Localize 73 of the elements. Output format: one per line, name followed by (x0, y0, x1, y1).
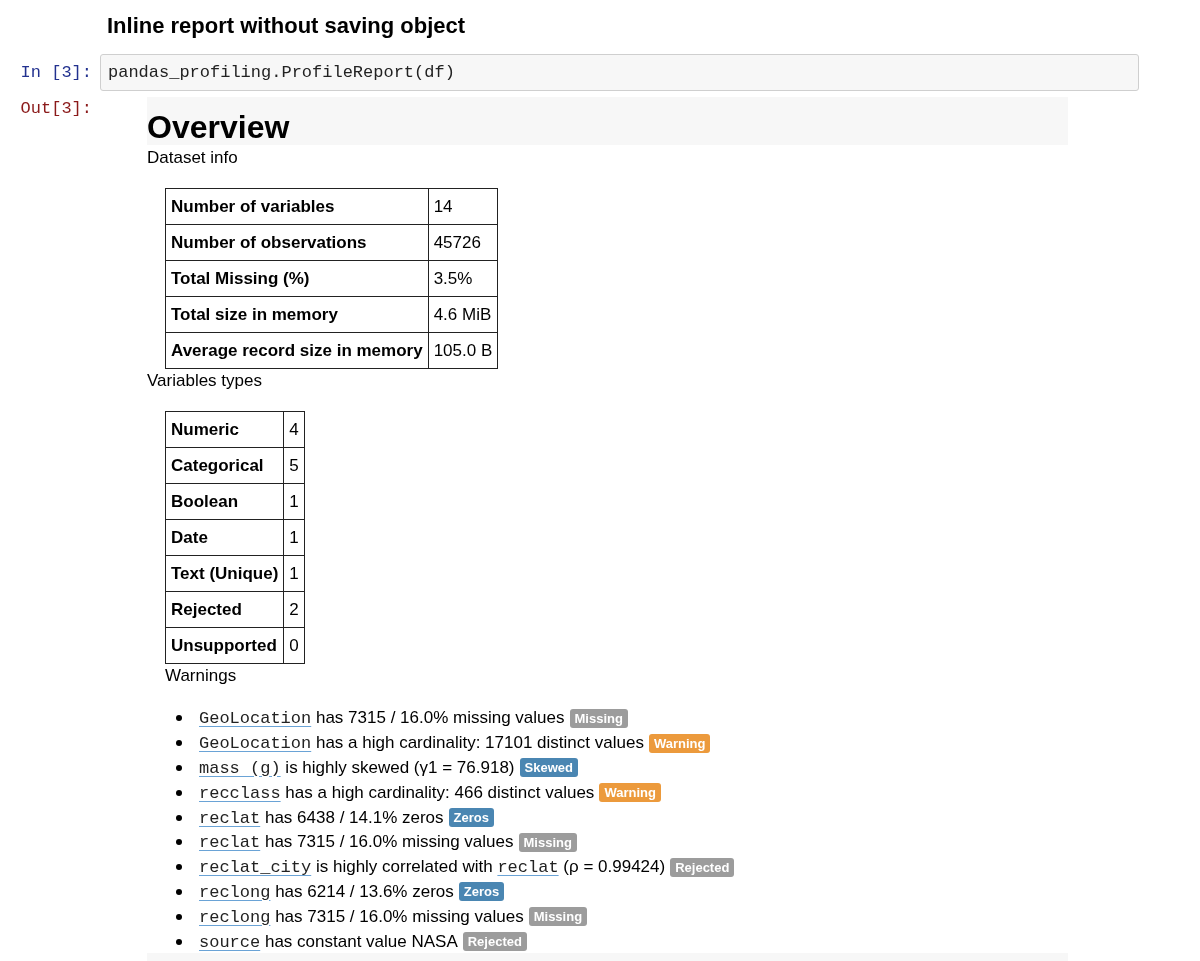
report-title: Overview (147, 109, 290, 145)
variable-type-label: Date (165, 519, 284, 556)
stat-value: 3.5% (428, 260, 498, 297)
warning-text: recclass has a high cardinality: 466 distinct values (199, 781, 595, 804)
variable-type-count: 4 (283, 411, 305, 448)
variable-link[interactable]: mass (g) (199, 759, 281, 778)
bullet-icon (176, 789, 182, 796)
section-subtitle: Dataset info (147, 148, 238, 168)
variable-link[interactable]: recclass (199, 783, 281, 803)
stat-label: Number of variables (165, 188, 429, 225)
variable-type-label: Numeric (165, 411, 284, 448)
variable-type-count: 2 (283, 591, 305, 628)
variable-link[interactable]: source (199, 932, 261, 952)
variable-type-label: Rejected (165, 591, 284, 628)
code-cell[interactable]: pandas_profiling.ProfileReport(df) (100, 54, 1139, 91)
stat-value: 14 (428, 188, 498, 225)
variable-type-count: 1 (283, 555, 305, 592)
variable-type-label: Unsupported (165, 627, 284, 664)
variable-link[interactable]: reclat (199, 808, 261, 828)
warning-tag: Zeros (458, 882, 505, 902)
bullet-icon (176, 740, 182, 747)
warning-text: reclat has 6438 / 14.1% zeros (199, 806, 444, 829)
warning-tag: Missing (569, 708, 628, 728)
stat-label: Average record size in memory (165, 332, 429, 369)
warning-text: GeoLocation has a high cardinality: 17101 distinct values (199, 732, 644, 755)
output-prompt: Out[3]: (20, 99, 92, 118)
stat-value: 105.0 B (428, 332, 498, 369)
bullet-icon (176, 814, 182, 821)
warning-tag: Rejected (462, 932, 527, 952)
bullet-icon (176, 913, 182, 920)
bullet-icon (176, 864, 182, 871)
section-subtitle: Variables types (147, 371, 262, 391)
warning-tag: Missing (518, 832, 577, 852)
variable-type-label: Text (Unique) (165, 555, 284, 592)
variable-type-count: 5 (283, 447, 305, 484)
variable-type-count: 1 (283, 483, 305, 520)
variable-link[interactable]: reclat_city (199, 858, 312, 878)
bullet-icon (176, 938, 182, 945)
warning-text: reclat has 7315 / 16.0% missing values (199, 831, 514, 854)
warning-tag: Skewed (519, 758, 578, 778)
warning-text: GeoLocation has 7315 / 16.0% missing values (199, 707, 565, 730)
variable-link[interactable]: GeoLocation (199, 734, 312, 754)
stat-label: Number of observations (165, 224, 429, 261)
warning-tag: Missing (528, 907, 588, 927)
variable-type-count: 0 (283, 627, 305, 664)
warning-tag: Warning (648, 733, 711, 753)
notebook-heading: Inline report without saving object (107, 13, 466, 39)
bullet-icon (176, 839, 182, 846)
variable-link[interactable]: reclat (497, 858, 559, 878)
warning-tag: Rejected (670, 857, 735, 877)
bullet-icon (176, 715, 182, 722)
bullet-icon (176, 888, 182, 895)
variable-link[interactable]: reclong (199, 882, 271, 902)
stat-value: 4.6 MiB (428, 296, 498, 333)
variable-link[interactable]: GeoLocation (199, 709, 312, 729)
warning-text: reclong has 6214 / 13.6% zeros (199, 880, 454, 903)
warning-text: reclat_city is highly correlated with reclat (ρ = 0.99424) (199, 856, 666, 879)
warning-tag: Warning (599, 783, 661, 803)
variable-type-label: Categorical (165, 447, 284, 484)
section-subtitle: Warnings (165, 666, 237, 686)
bullet-icon (176, 765, 182, 771)
variable-link[interactable]: reclat (199, 833, 261, 853)
input-prompt: In [3]: (20, 63, 92, 82)
variable-type-label: Boolean (165, 483, 284, 520)
warning-text: reclong has 7315 / 16.0% missing values (199, 905, 524, 928)
warning-tag: Zeros (448, 808, 494, 828)
stat-value: 45726 (428, 224, 498, 261)
stat-label: Total size in memory (165, 296, 429, 333)
stat-label: Total Missing (%) (165, 260, 429, 297)
warning-text: source has constant value NASA (199, 930, 458, 953)
variable-type-count: 1 (283, 519, 305, 556)
warning-text: mass (g) is highly skewed (γ1 = 76.918) (199, 757, 515, 779)
variable-link[interactable]: reclong (199, 907, 271, 927)
